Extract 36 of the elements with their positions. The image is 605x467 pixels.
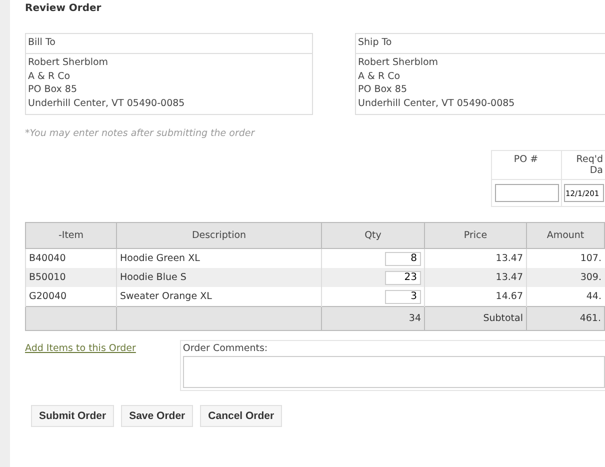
table-cell: 461. [526, 306, 604, 330]
field-label: Order Comments: [182, 343, 269, 356]
address-line: Robert Sherblom [358, 57, 440, 70]
panel-heading: Bill To [26, 34, 312, 54]
page-title: Review Order [25, 3, 102, 15]
add-items-link[interactable]: Add Items to this Order [25, 340, 136, 391]
column-header: Amount [526, 222, 604, 248]
table-cell: 34 [322, 306, 424, 330]
address-line: PO Box 85 [358, 84, 408, 97]
column-header: Description [116, 222, 322, 248]
column-header: Req'd Da [561, 150, 605, 180]
column-header: PO # [491, 150, 561, 180]
quantity-field[interactable]: 23 [385, 270, 421, 284]
address-line: Underhill Center, VT 05490-0085 [358, 98, 516, 110]
column-header: -Item [26, 222, 116, 248]
quantity-field[interactable]: 3 [385, 290, 421, 304]
address-line: PO Box 85 [28, 84, 78, 97]
quantity-field[interactable]: 8 [385, 252, 421, 266]
table-cell: B50010 [26, 268, 116, 287]
table-cell: Hoodie Blue S [116, 268, 322, 287]
comments-field[interactable] [182, 356, 605, 388]
column-header: Price [424, 222, 526, 248]
address-line: Robert Sherblom [28, 57, 110, 70]
action-button[interactable]: Save Order [121, 405, 194, 427]
address-line: Underhill Center, VT 05490-0085 [28, 98, 186, 110]
table-cell: 13.47 [424, 268, 526, 287]
table-cell: 309. [526, 268, 604, 287]
po-field[interactable] [494, 184, 558, 202]
action-button[interactable]: Cancel Order [200, 405, 282, 427]
table-cell: Subtotal [424, 306, 526, 330]
address-line: A & R Co [358, 70, 402, 84]
action-button[interactable]: Submit Order [31, 405, 114, 427]
column-header: Qty [322, 222, 424, 248]
note-text: *You may enter notes after submitting the order [25, 128, 256, 139]
panel-heading: Ship To [356, 34, 605, 54]
address-line: A & R Co [28, 70, 72, 84]
